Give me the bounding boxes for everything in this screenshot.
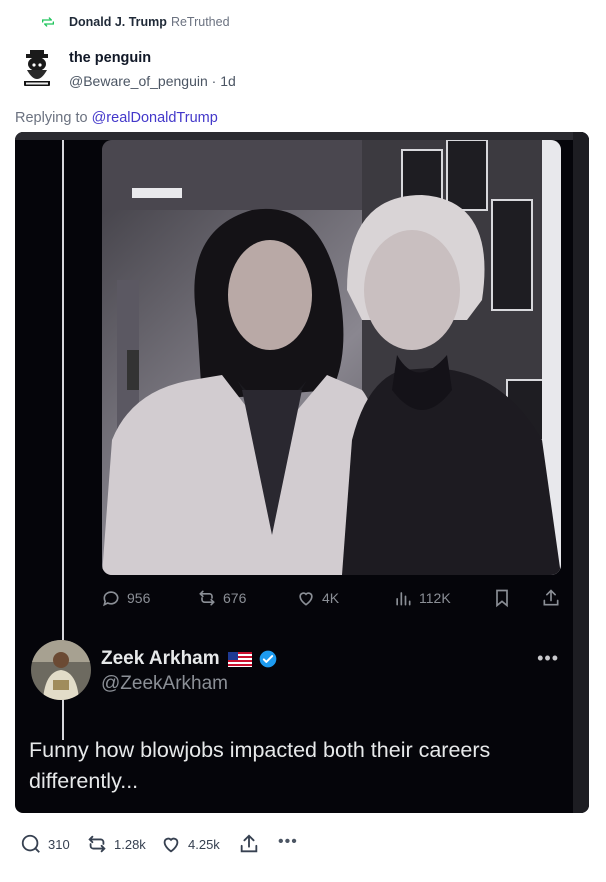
verified-badge-icon xyxy=(259,650,276,668)
replying-to-label: Replying to xyxy=(15,110,88,126)
embedded-bookmark xyxy=(492,588,512,608)
embedded-retweet-count: 676 xyxy=(223,590,247,606)
post-author: the penguin @Beware_of_penguin · 1d xyxy=(14,46,434,94)
meta-separator: · xyxy=(211,73,217,89)
author-display-name[interactable]: the penguin xyxy=(69,50,151,66)
like-count: 4.25k xyxy=(188,836,220,852)
media-top-edge xyxy=(15,132,589,140)
quote-author-handle: @ZeekArkham xyxy=(101,673,228,694)
retruth-action-icon xyxy=(88,835,106,853)
embedded-like-stat: 4K xyxy=(296,588,339,608)
quote-author-name-row: Zeek Arkham xyxy=(101,648,278,670)
retruth-icon xyxy=(42,17,54,27)
quote-author-name: Zeek Arkham xyxy=(101,648,220,669)
tweet-photo xyxy=(102,140,561,575)
embedded-retweet-stat: 676 xyxy=(197,588,246,608)
views-chart-icon xyxy=(396,592,411,606)
reply-button[interactable]: 310 xyxy=(20,833,70,855)
quote-author-avatar xyxy=(31,640,91,700)
embedded-share xyxy=(541,588,561,608)
share-icon xyxy=(543,589,559,606)
author-handle[interactable]: @Beware_of_penguin xyxy=(69,73,208,89)
like-button[interactable]: 4.25k xyxy=(160,833,220,855)
retruth-label: ReTruthed xyxy=(170,15,230,29)
retruth-header: Donald J. Trump ReTruthed xyxy=(40,13,230,31)
post-media-image[interactable]: 956 676 4K 112K Zeek Arkham @ZeekArkham … xyxy=(15,132,589,813)
reply-icon xyxy=(21,834,40,853)
comment-icon xyxy=(103,591,119,607)
like-heart-icon xyxy=(163,837,179,853)
us-flag-icon xyxy=(227,651,252,667)
quote-more-icon: ••• xyxy=(537,648,559,668)
replying-to: Replying to @realDonaldTrump xyxy=(15,110,218,126)
reply-count: 310 xyxy=(48,836,70,852)
heart-icon xyxy=(299,592,313,606)
embedded-views-count: 112K xyxy=(419,590,451,606)
quote-text: Funny how blowjobs impacted both their c… xyxy=(29,738,491,793)
more-options-button[interactable]: ••• xyxy=(278,833,298,851)
author-avatar[interactable] xyxy=(16,48,58,90)
share-upload-icon xyxy=(240,834,258,853)
retweet-icon xyxy=(199,590,215,606)
reply-mention-link[interactable]: @realDonaldTrump xyxy=(92,110,218,126)
embedded-tweet-stats: 956 676 4K 112K xyxy=(101,588,571,612)
embedded-like-count: 4K xyxy=(322,590,340,606)
retruth-button[interactable]: 1.28k xyxy=(86,833,146,855)
embedded-views-stat: 112K xyxy=(393,588,451,608)
embedded-reply-stat: 956 xyxy=(101,588,150,608)
share-button[interactable] xyxy=(238,833,266,855)
embedded-reply-count: 956 xyxy=(127,590,151,606)
post-action-bar: 310 1.28k 4.25k ••• xyxy=(0,830,606,860)
post-age: 1d xyxy=(220,73,236,89)
author-meta: @Beware_of_penguin · 1d xyxy=(69,73,236,89)
retruther-name[interactable]: Donald J. Trump xyxy=(69,15,167,29)
bookmark-icon xyxy=(496,589,508,608)
media-right-edge xyxy=(573,132,589,813)
retruth-count: 1.28k xyxy=(114,836,146,852)
